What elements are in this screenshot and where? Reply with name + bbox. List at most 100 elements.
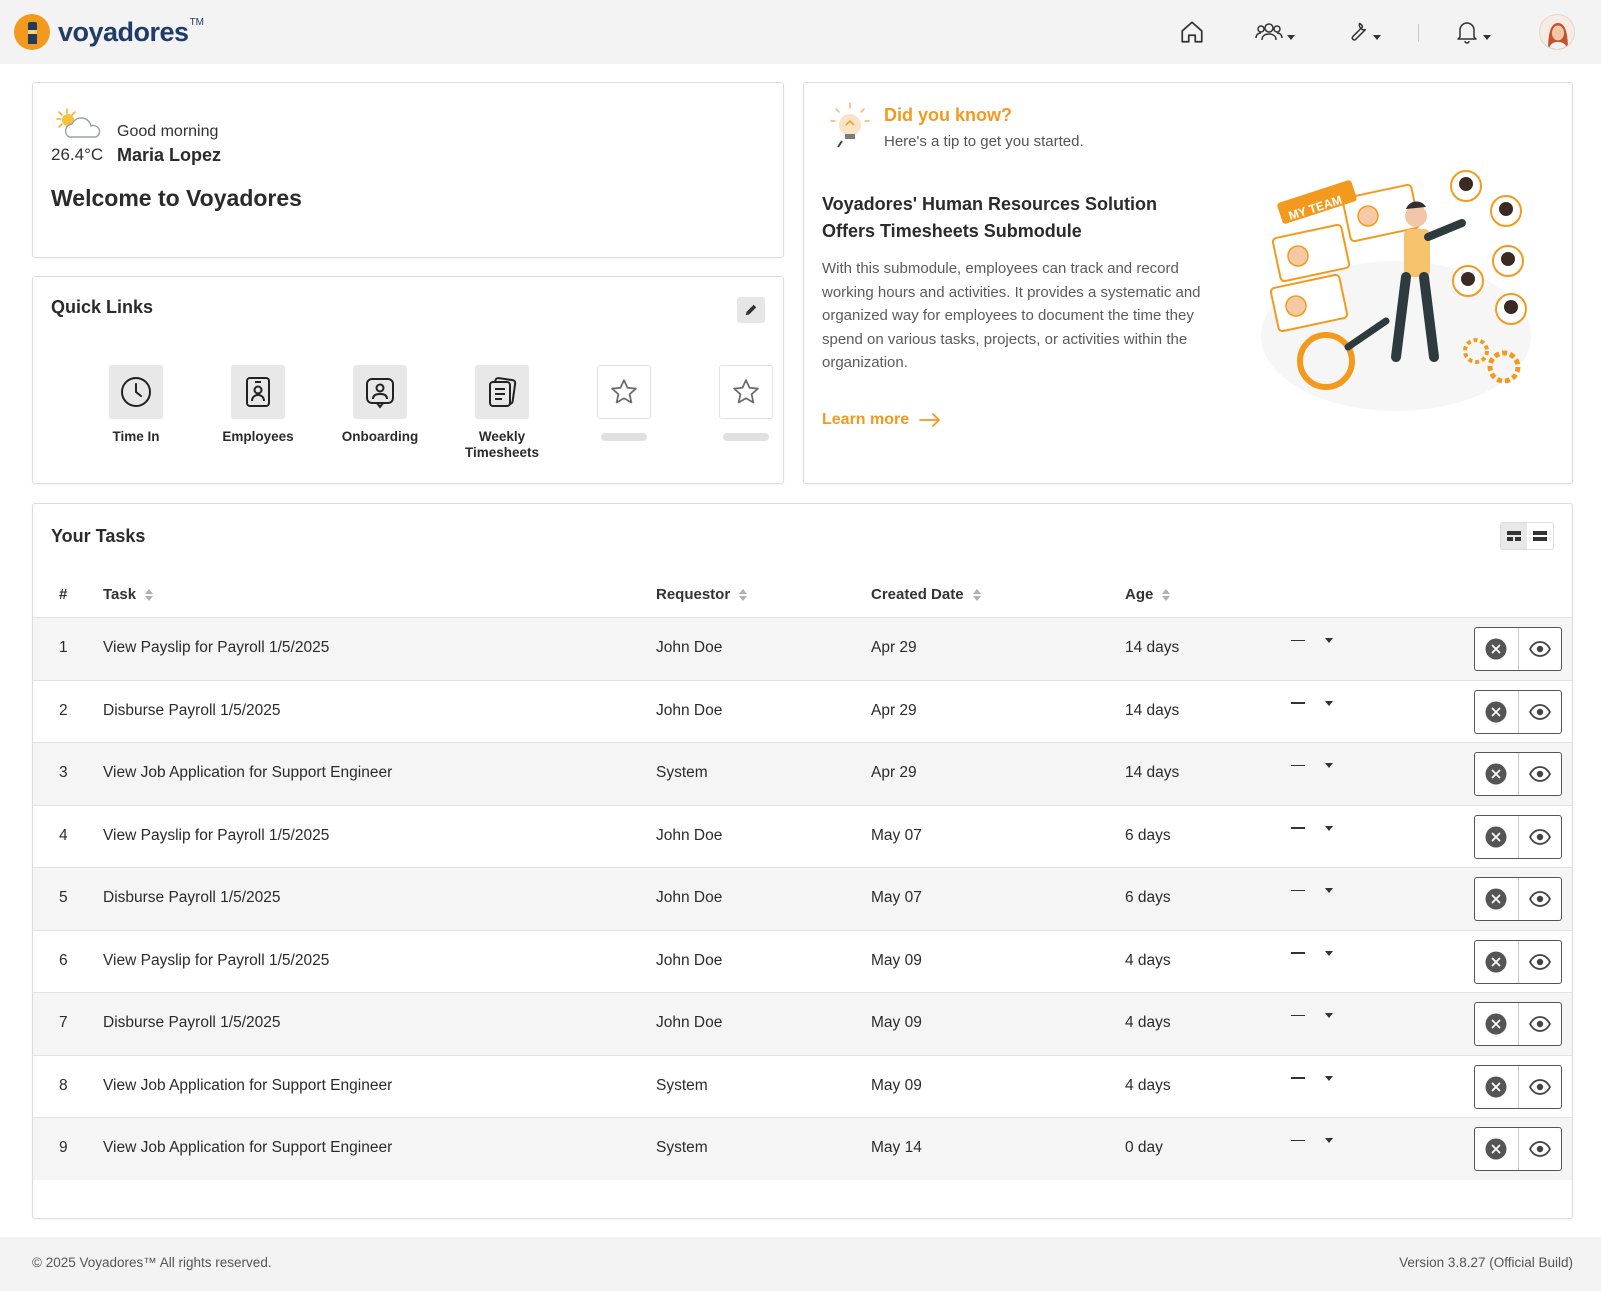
created-date: Apr 29	[871, 701, 917, 719]
table-row[interactable]: 7 Disburse Payroll 1/5/2025 John Doe May 09…	[33, 992, 1572, 1055]
label-placeholder	[723, 433, 769, 441]
row-number: 4	[59, 826, 68, 844]
close-circle-icon	[1485, 701, 1507, 722]
welcome-card: Good morning 26.4°C Maria Lopez Welcome …	[32, 82, 784, 258]
view-task-button[interactable]	[1517, 878, 1562, 920]
priority-dropdown[interactable]	[1291, 1138, 1333, 1143]
task-name: Disburse Payroll 1/5/2025	[103, 701, 281, 719]
view-task-button[interactable]	[1517, 940, 1562, 983]
chevron-down-icon	[1373, 34, 1381, 40]
column-number: #	[59, 586, 68, 603]
star-icon	[733, 379, 759, 404]
age: 14 days	[1125, 701, 1180, 719]
priority-value	[1291, 827, 1305, 829]
brand-logo[interactable]: voyadores TM	[14, 14, 204, 50]
quick-link-time-in[interactable]: Time In	[81, 365, 191, 445]
table-row[interactable]: 1 View Payslip for Payroll 1/5/2025 John D…	[33, 617, 1572, 680]
column-age[interactable]: Age	[1125, 586, 1171, 603]
home-button[interactable]	[1176, 16, 1208, 48]
priority-value	[1291, 1139, 1305, 1142]
age: 4 days	[1125, 1014, 1171, 1031]
priority-dropdown[interactable]	[1291, 888, 1333, 893]
task-name: View Payslip for Payroll 1/5/2025	[103, 826, 330, 844]
chevron-down-icon	[1325, 1075, 1333, 1081]
table-row[interactable]: 3 View Job Application for Support Engine…	[33, 742, 1572, 805]
dismiss-task-button[interactable]	[1475, 1066, 1518, 1108]
eye-icon	[1528, 641, 1551, 657]
eye-icon	[1528, 1016, 1551, 1032]
priority-dropdown[interactable]	[1291, 763, 1333, 768]
column-created-date[interactable]: Created Date	[871, 586, 981, 603]
user-avatar[interactable]	[1539, 14, 1575, 50]
priority-dropdown[interactable]	[1291, 700, 1333, 706]
chevron-down-icon	[1325, 763, 1333, 768]
view-task-button[interactable]	[1517, 1065, 1562, 1108]
view-task-button[interactable]	[1517, 815, 1562, 858]
dismiss-task-button[interactable]	[1475, 753, 1518, 795]
table-row[interactable]: 6 View Payslip for Payroll 1/5/2025 John D…	[33, 929, 1572, 993]
table-row[interactable]: 4 View Payslip for Payroll 1/5/2025 John D…	[33, 804, 1572, 868]
employee-badge-icon	[246, 377, 270, 407]
chevron-down-icon	[1287, 34, 1295, 40]
user-name: Maria Lopez	[117, 145, 222, 165]
dismiss-task-button[interactable]	[1475, 1003, 1518, 1045]
quick-link-empty-slot[interactable]	[569, 365, 679, 441]
priority-value	[1291, 1077, 1305, 1079]
priority-dropdown[interactable]	[1291, 825, 1333, 831]
notifications-button[interactable]	[1452, 16, 1494, 48]
dismiss-task-button[interactable]	[1475, 941, 1518, 983]
edit-quick-links-button[interactable]	[737, 297, 765, 323]
row-number: 8	[59, 1076, 68, 1094]
dismiss-task-button[interactable]	[1475, 1128, 1518, 1170]
table-row[interactable]: 8 View Job Application for Support Engine…	[33, 1054, 1572, 1118]
team-menu-button[interactable]	[1252, 16, 1298, 48]
age: 14 days	[1125, 639, 1180, 656]
quick-link-employees[interactable]: Employees	[203, 365, 313, 445]
learn-more-link[interactable]: Learn more	[822, 411, 941, 429]
pencil-icon	[745, 304, 757, 316]
card-view-button[interactable]	[1501, 523, 1527, 549]
quick-link-onboarding[interactable]: Onboarding	[325, 365, 435, 445]
view-task-button[interactable]	[1517, 1003, 1562, 1045]
age: 4 days	[1125, 1076, 1171, 1094]
row-number: 3	[59, 764, 68, 781]
age: 0 day	[1125, 1139, 1163, 1156]
dismiss-task-button[interactable]	[1475, 878, 1518, 920]
quick-link-weekly-timesheets[interactable]: Weekly Timesheets	[447, 365, 557, 461]
created-date: May 07	[871, 889, 922, 906]
priority-dropdown[interactable]	[1291, 1075, 1333, 1081]
requestor: System	[656, 1139, 708, 1156]
view-task-button[interactable]	[1517, 628, 1562, 670]
column-requestor[interactable]: Requestor	[656, 586, 748, 603]
column-task[interactable]: Task	[103, 586, 154, 603]
dismiss-task-button[interactable]	[1475, 691, 1518, 733]
quick-link-empty-slot[interactable]	[691, 365, 801, 441]
priority-dropdown[interactable]	[1291, 950, 1333, 956]
quick-link-label: Time In	[112, 429, 160, 444]
nav-divider	[1418, 24, 1419, 42]
arrow-right-icon	[919, 413, 941, 427]
view-task-button[interactable]	[1517, 753, 1562, 795]
view-task-button[interactable]	[1517, 1128, 1562, 1170]
requestor: John Doe	[656, 701, 723, 719]
view-task-button[interactable]	[1517, 690, 1562, 733]
view-toggle	[1500, 522, 1554, 550]
row-actions	[1474, 1127, 1562, 1171]
age: 14 days	[1125, 764, 1180, 781]
quick-link-label: Onboarding	[341, 429, 419, 444]
table-row[interactable]: 2 Disburse Payroll 1/5/2025 John Doe Apr 29…	[33, 679, 1572, 743]
tools-menu-button[interactable]	[1342, 16, 1384, 48]
dismiss-task-button[interactable]	[1475, 816, 1518, 858]
priority-value	[1291, 889, 1305, 892]
table-row[interactable]: 5 Disburse Payroll 1/5/2025 John Doe May 07…	[33, 867, 1572, 930]
label-placeholder	[601, 433, 647, 441]
dismiss-task-button[interactable]	[1475, 628, 1518, 670]
priority-value	[1291, 1014, 1305, 1017]
table-row[interactable]: 9 View Job Application for Support Engine…	[33, 1117, 1572, 1180]
age: 6 days	[1125, 889, 1171, 906]
close-circle-icon	[1485, 826, 1507, 847]
tasks-table-header: # Task Requestor Created Date Age	[33, 576, 1572, 616]
list-view-button[interactable]	[1527, 523, 1553, 549]
priority-dropdown[interactable]	[1291, 638, 1333, 643]
priority-dropdown[interactable]	[1291, 1013, 1333, 1018]
